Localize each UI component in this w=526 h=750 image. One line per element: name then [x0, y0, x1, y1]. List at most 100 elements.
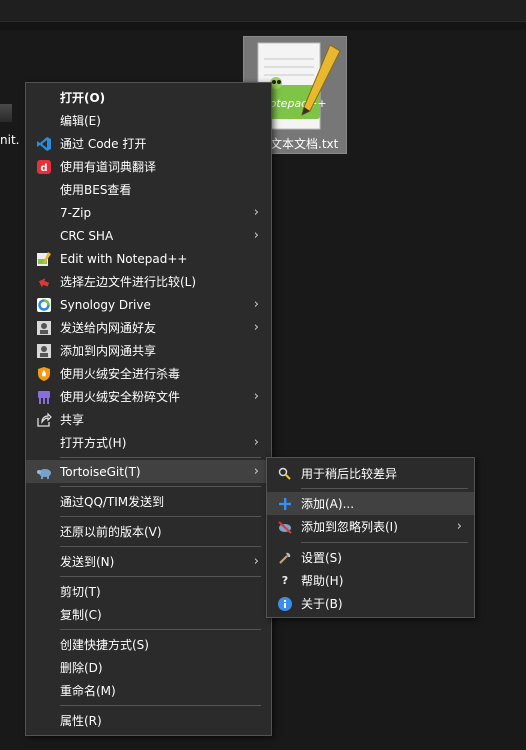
chevron-right-icon: › [253, 228, 259, 243]
menu-item-open-with[interactable]: 打开方式(H) › [26, 431, 271, 454]
chevron-right-icon: › [253, 464, 259, 479]
menu-item-label: 重命名(M) [60, 684, 116, 698]
menu-item-copy[interactable]: 复制(C) [26, 603, 271, 626]
submenu-item-diff-later[interactable]: 用于稍后比较差异 [267, 462, 474, 485]
menu-item-edit-notepadpp[interactable]: Edit with Notepad++ [26, 247, 271, 270]
menu-separator [60, 705, 261, 706]
menu-item-rename[interactable]: 重命名(M) [26, 679, 271, 702]
menu-item-open-with-code[interactable]: 通过 Code 打开 [26, 132, 271, 155]
submenu-item-add-ignore[interactable]: 添加到忽略列表(I) › [267, 515, 474, 538]
help-icon: ? [281, 573, 289, 587]
submenu-item-label: 用于稍后比较差异 [301, 467, 398, 481]
submenu-item-label: 设置(S) [301, 551, 342, 565]
submenu-item-help[interactable]: ? 帮助(H) [267, 569, 474, 592]
partial-file-name[interactable]: nit. [0, 133, 19, 147]
context-menu: 打开(O) 编辑(E) 通过 Code 打开 d 使用有道词典翻译 使用BES查… [25, 82, 272, 736]
menu-item-label: 共享 [60, 413, 85, 427]
menu-item-label: 使用有道词典翻译 [60, 160, 157, 174]
ignore-list-icon [277, 519, 293, 535]
menu-item-label: 通过 Code 打开 [60, 137, 147, 151]
menu-separator [301, 542, 468, 543]
menu-item-create-shortcut[interactable]: 创建快捷方式(S) [26, 633, 271, 656]
menu-item-huorong-scan[interactable]: 使用火绒安全进行杀毒 [26, 362, 271, 385]
menu-item-share[interactable]: 共享 [26, 408, 271, 431]
menu-separator [60, 457, 261, 458]
synology-drive-icon [36, 297, 52, 313]
compare-icon [36, 274, 52, 290]
notepadpp-icon [36, 251, 52, 267]
menu-item-label: 剪切(T) [60, 585, 101, 599]
menu-item-crc-sha[interactable]: CRC SHA › [26, 224, 271, 247]
tortoisegit-icon [36, 464, 52, 480]
menu-item-label: 打开方式(H) [60, 436, 127, 450]
menu-item-open[interactable]: 打开(O) [26, 86, 271, 109]
chevron-right-icon: › [253, 554, 259, 569]
menu-item-send-to[interactable]: 发送到(N) › [26, 550, 271, 573]
menu-item-youdao-translate[interactable]: d 使用有道词典翻译 [26, 155, 271, 178]
menu-item-intranet-send[interactable]: 发送给内网通好友 › [26, 316, 271, 339]
menu-item-label: 打开(O) [60, 91, 106, 105]
menu-separator [60, 629, 261, 630]
add-plus-icon [277, 496, 293, 512]
selected-file-name[interactable]: 文本文档.txt [270, 135, 339, 152]
vscode-icon [36, 136, 52, 152]
submenu-item-add[interactable]: 添加(A)... [267, 492, 474, 515]
chevron-right-icon: › [253, 205, 259, 220]
menu-item-label: 发送到(N) [60, 555, 115, 569]
menu-item-label: 发送给内网通好友 [60, 321, 157, 335]
submenu-item-about[interactable]: 关于(B) [267, 592, 474, 615]
huorong-shredder-icon [36, 389, 52, 405]
menu-item-7zip[interactable]: 7-Zip › [26, 201, 271, 224]
menu-separator [60, 516, 261, 517]
menu-item-bes-view[interactable]: 使用BES查看 [26, 178, 271, 201]
menu-item-label: 还原以前的版本(V) [60, 525, 162, 539]
menu-item-label: Synology Drive [60, 297, 151, 312]
explorer-header-strip [0, 22, 526, 30]
tortoisegit-submenu: 用于稍后比较差异 添加(A)... 添加到忽略列表(I) › 设置(S) ? 帮… [266, 457, 475, 618]
youdao-icon: d [36, 159, 52, 175]
menu-item-huorong-shred[interactable]: 使用火绒安全粉碎文件 › [26, 385, 271, 408]
chevron-right-icon: › [253, 320, 259, 335]
menu-item-label: 通过QQ/TIM发送到 [60, 495, 165, 509]
chevron-right-icon: › [253, 389, 259, 404]
menu-item-label: Edit with Notepad++ [60, 251, 188, 266]
menu-item-label: 删除(D) [60, 661, 103, 675]
menu-item-label: 添加到内网通共享 [60, 344, 157, 358]
menu-item-label: 使用BES查看 [60, 183, 132, 197]
menu-item-compare-left[interactable]: 选择左边文件进行比较(L) [26, 270, 271, 293]
intranet-share-icon [36, 343, 52, 359]
menu-item-delete[interactable]: 删除(D) [26, 656, 271, 679]
settings-icon [277, 550, 293, 566]
partial-file-icon[interactable] [0, 104, 12, 122]
menu-item-label: TortoiseGit(T) [60, 464, 141, 479]
menu-item-send-qq-tim[interactable]: 通过QQ/TIM发送到 [26, 490, 271, 513]
menu-item-label: 选择左边文件进行比较(L) [60, 275, 197, 289]
menu-item-restore-previous[interactable]: 还原以前的版本(V) [26, 520, 271, 543]
menu-item-label: 使用火绒安全进行杀毒 [60, 367, 181, 381]
chevron-right-icon: › [253, 435, 259, 450]
submenu-item-label: 添加(A)... [301, 497, 355, 511]
svg-text:d: d [40, 163, 47, 174]
chevron-right-icon: › [456, 519, 462, 534]
menu-separator [60, 546, 261, 547]
menu-item-properties[interactable]: 属性(R) [26, 709, 271, 732]
explorer-top-bar [0, 0, 526, 22]
menu-item-label: 属性(R) [60, 714, 102, 728]
menu-item-synology-drive[interactable]: Synology Drive › [26, 293, 271, 316]
about-info-icon [277, 596, 293, 612]
menu-separator [301, 488, 468, 489]
menu-item-tortoisegit[interactable]: TortoiseGit(T) › [26, 460, 271, 483]
submenu-item-label: 帮助(H) [301, 574, 344, 588]
submenu-item-settings[interactable]: 设置(S) [267, 546, 474, 569]
huorong-shield-icon [36, 366, 52, 382]
menu-item-label: 创建快捷方式(S) [60, 638, 149, 652]
share-icon [36, 412, 52, 428]
chevron-right-icon: › [253, 297, 259, 312]
diff-later-icon [277, 466, 293, 482]
menu-item-intranet-share[interactable]: 添加到内网通共享 [26, 339, 271, 362]
menu-item-cut[interactable]: 剪切(T) [26, 580, 271, 603]
menu-item-label: 编辑(E) [60, 114, 101, 128]
intranet-icon [36, 320, 52, 336]
menu-item-label: 复制(C) [60, 608, 102, 622]
menu-item-edit[interactable]: 编辑(E) [26, 109, 271, 132]
